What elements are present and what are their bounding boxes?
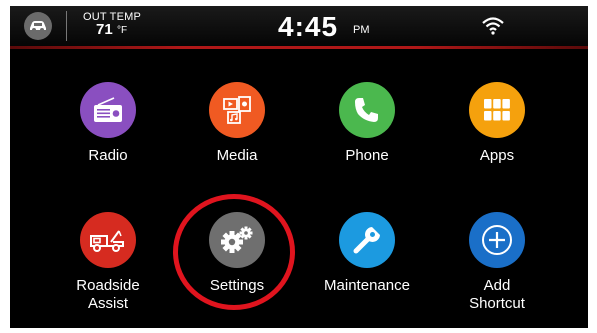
app-tile-apps[interactable]: Apps bbox=[442, 82, 552, 165]
roadside-assist-label-line1: Roadside bbox=[76, 277, 140, 294]
head-unit-screen: OUT TEMP 71 °F 4:45 PM Radio Media Phone… bbox=[10, 6, 588, 328]
app-tile-phone[interactable]: Phone bbox=[312, 82, 422, 165]
media-app-label: Media bbox=[216, 147, 258, 164]
app-tile-media[interactable]: Media bbox=[182, 82, 292, 165]
outside-temp-value: 71 bbox=[96, 21, 113, 38]
app-tile-add-shortcut[interactable]: Add Shortcut bbox=[442, 212, 552, 313]
clock-ampm: PM bbox=[353, 24, 370, 36]
outside-temp-unit: °F bbox=[117, 25, 128, 36]
phone-app-button[interactable] bbox=[339, 82, 395, 138]
roadside-assist-app-button[interactable] bbox=[80, 212, 136, 268]
status-divider bbox=[66, 11, 67, 41]
apps-grid-icon bbox=[484, 99, 510, 121]
status-bar-accent-line bbox=[10, 46, 588, 49]
radio-app-button[interactable] bbox=[80, 82, 136, 138]
car-icon bbox=[30, 21, 46, 32]
apps-app-button[interactable] bbox=[469, 82, 525, 138]
settings-highlight-ring bbox=[173, 194, 295, 310]
apps-app-label: Apps bbox=[479, 147, 515, 164]
add-shortcut-label-line2: Shortcut bbox=[469, 295, 525, 312]
maintenance-app-button[interactable] bbox=[339, 212, 395, 268]
media-app-button[interactable] bbox=[209, 82, 265, 138]
app-tile-maintenance[interactable]: Maintenance bbox=[312, 212, 422, 295]
radio-icon bbox=[94, 97, 122, 122]
media-icon bbox=[223, 96, 251, 124]
app-tile-roadside-assist[interactable]: Roadside Assist bbox=[53, 212, 163, 313]
app-tile-radio[interactable]: Radio bbox=[53, 82, 163, 165]
status-bar: OUT TEMP 71 °F 4:45 PM bbox=[10, 6, 588, 46]
clock-time: 4:45 bbox=[278, 11, 339, 42]
phone-app-label: Phone bbox=[345, 147, 389, 164]
phone-icon bbox=[355, 98, 378, 122]
plus-icon bbox=[482, 225, 512, 255]
vehicle-status-button[interactable] bbox=[24, 12, 52, 40]
wifi-icon bbox=[482, 17, 504, 35]
wrench-icon bbox=[353, 227, 380, 254]
add-shortcut-button[interactable] bbox=[469, 212, 525, 268]
radio-app-label: Radio bbox=[88, 147, 128, 164]
maintenance-app-label: Maintenance bbox=[324, 277, 410, 294]
roadside-assist-label-line2: Assist bbox=[87, 295, 128, 312]
tow-truck-icon bbox=[90, 230, 124, 252]
add-shortcut-label-line1: Add bbox=[483, 277, 511, 294]
